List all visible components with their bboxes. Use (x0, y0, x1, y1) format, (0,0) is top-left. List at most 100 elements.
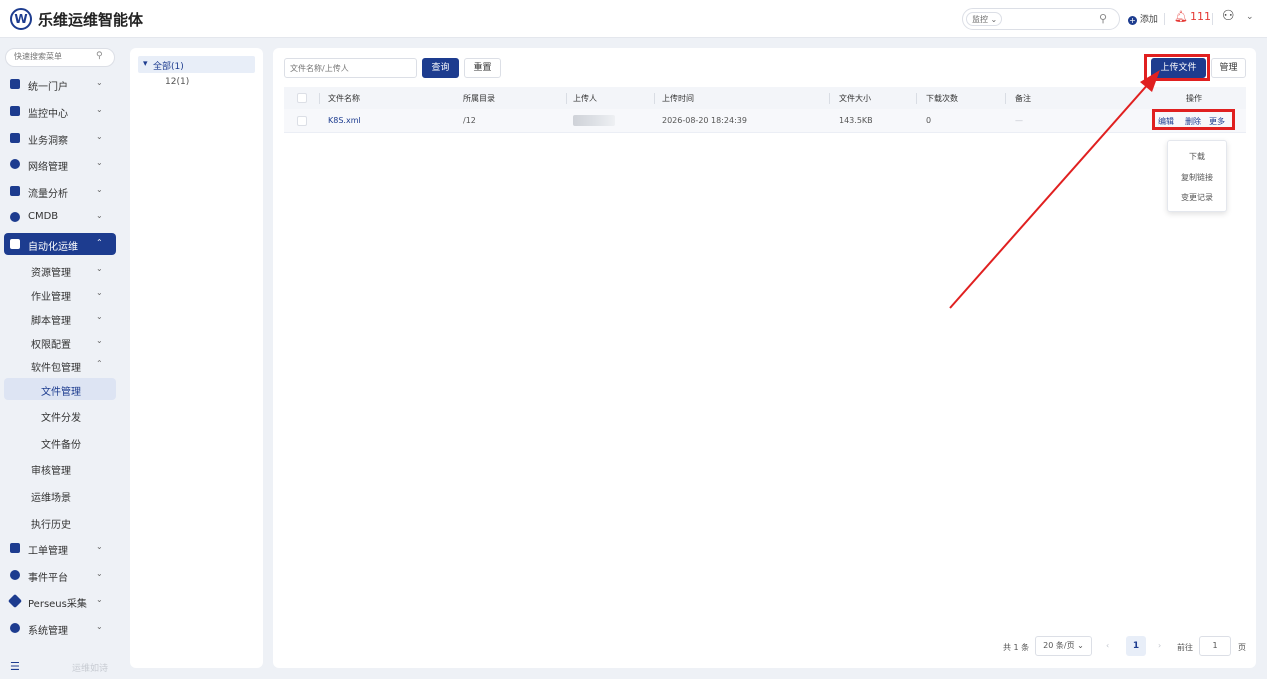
file-name-link[interactable]: K8S.xml (328, 116, 361, 125)
goto-page-input[interactable]: 1 (1199, 636, 1231, 656)
sidebar-item-traffic[interactable]: 流量分析 ⌄ (4, 180, 116, 202)
chevron-down-icon: ⌄ (96, 622, 103, 631)
sidebar-item-label: Perseus采集 (28, 599, 87, 610)
ticket-icon (10, 543, 20, 553)
sidebar-sub-label: 运维场景 (31, 493, 71, 504)
next-page-icon[interactable]: › (1158, 641, 1161, 650)
sidebar-sub-scenes[interactable]: 运维场景 (4, 484, 116, 506)
sidebar-sub-permissions[interactable]: 权限配置 ⌄ (4, 331, 116, 353)
sidebar-item-insight[interactable]: 业务洞察 ⌄ (4, 127, 116, 149)
sidebar-sub-audit[interactable]: 审核管理 (4, 457, 116, 479)
sidebar-footer-text: 运维如诗 (72, 664, 109, 674)
filename-filter-input[interactable] (284, 58, 417, 78)
sidebar-sub-file-distribute[interactable]: 文件分发 (4, 404, 116, 426)
column-header: 上传人 (573, 94, 597, 103)
menu-item-copy-link[interactable]: 复制链接 (1168, 172, 1226, 183)
chart-icon (10, 186, 20, 196)
table-row[interactable]: K8S.xml /12 2026-08-20 18:24:39 143.5KB … (284, 109, 1246, 133)
chevron-down-icon: ⌄ (96, 542, 103, 551)
sidebar-item-events[interactable]: 事件平台 ⌄ (4, 564, 116, 586)
menu-item-download[interactable]: 下载 (1168, 151, 1226, 162)
file-size: 143.5KB (839, 116, 873, 125)
header-divider (1164, 13, 1165, 25)
alert-button[interactable]: 🔔︎ 111 (1174, 10, 1211, 23)
column-header: 下载次数 (926, 94, 958, 103)
user-icon[interactable]: ⚇ (1222, 8, 1235, 24)
manage-button[interactable]: 管理 (1211, 58, 1246, 78)
highlight-upload-box (1144, 54, 1210, 81)
sidebar-item-label: 网络管理 (28, 162, 68, 173)
chevron-down-icon[interactable]: ⌄ (1246, 12, 1254, 22)
prev-page-icon[interactable]: ‹ (1106, 641, 1109, 650)
sidebar-item-tickets[interactable]: 工单管理 ⌄ (4, 537, 116, 559)
alert-count: 111 (1189, 10, 1211, 23)
sidebar-sub-label: 作业管理 (31, 292, 71, 303)
download-count: 0 (926, 116, 932, 125)
upload-time: 2026-08-20 18:24:39 (662, 116, 747, 125)
sidebar-sub-packages[interactable]: 软件包管理 ⌃ (4, 354, 116, 376)
sidebar-sub-label: 文件分发 (41, 413, 81, 424)
search-scope-select[interactable]: 监控 ⌄ (966, 12, 1003, 26)
sidebar-sub-label: 软件包管理 (31, 363, 81, 374)
add-button[interactable]: + 添加 (1128, 12, 1158, 25)
sidebar-sub-label: 权限配置 (31, 340, 71, 351)
sidebar-item-cmdb[interactable]: CMDB ⌄ (4, 206, 116, 228)
sidebar-item-network[interactable]: 网络管理 ⌄ (4, 153, 116, 175)
global-search[interactable]: 监控 ⌄ ⚲ (962, 8, 1120, 30)
table-header: 文件名称 所属目录 上传人 上传时间 文件大小 下载次数 备注 操作 (284, 87, 1246, 109)
sidebar-item-label: 事件平台 (28, 573, 68, 584)
sidebar-item-monitor[interactable]: 监控中心 ⌄ (4, 100, 116, 122)
sidebar: ⚲ 统一门户 ⌄ 监控中心 ⌄ 业务洞察 ⌄ 网络管理 ⌄ 流量分析 ⌄ CMD… (0, 38, 122, 679)
column-header: 上传时间 (662, 94, 694, 103)
collapse-menu-icon[interactable]: ☰ (10, 660, 20, 673)
column-divider (916, 93, 917, 104)
pagination-total: 共 1 条 (1003, 643, 1030, 652)
header-divider (1212, 13, 1213, 25)
page-number-current[interactable]: 1 (1126, 636, 1146, 656)
chevron-down-icon: ⌄ (96, 569, 103, 578)
chevron-down-icon: ⌄ (96, 132, 103, 141)
tree-node-root[interactable]: ▾ 全部(1) (138, 56, 255, 73)
sidebar-item-label: CMDB (28, 211, 59, 222)
sidebar-sub-history[interactable]: 执行历史 (4, 511, 116, 533)
menu-search-input[interactable] (14, 52, 94, 61)
menu-search[interactable]: ⚲ (5, 48, 115, 67)
bell-icon: 🔔︎ (1174, 10, 1188, 23)
sidebar-sub-label: 执行历史 (31, 520, 71, 531)
page-size-select[interactable]: 20 条/页 ⌄ (1035, 636, 1092, 656)
sidebar-item-label: 业务洞察 (28, 136, 68, 147)
sidebar-item-automation[interactable]: 自动化运维 ⌃ (4, 233, 116, 255)
sidebar-item-system[interactable]: 系统管理 ⌄ (4, 617, 116, 639)
monitor-icon (10, 106, 20, 116)
sidebar-sub-file-backup[interactable]: 文件备份 (4, 431, 116, 453)
file-directory: /12 (463, 116, 476, 125)
sidebar-sub-file-manage[interactable]: 文件管理 (4, 378, 116, 400)
highlight-actions-box (1152, 109, 1235, 130)
add-label: 添加 (1139, 15, 1158, 25)
sidebar-item-label: 工单管理 (28, 546, 68, 557)
tree-node-12[interactable]: 12(1) (165, 77, 189, 87)
directory-tree: ▾ 全部(1) 12(1) (130, 48, 263, 668)
sidebar-sub-resource[interactable]: 资源管理 ⌄ (4, 259, 116, 281)
reset-button[interactable]: 重置 (464, 58, 501, 78)
column-divider (1005, 93, 1006, 104)
sidebar-item-perseus[interactable]: Perseus采集 ⌄ (4, 590, 116, 612)
sidebar-sub-jobs[interactable]: 作业管理 ⌄ (4, 283, 116, 305)
sidebar-sub-label: 文件备份 (41, 440, 81, 451)
database-icon (10, 212, 20, 222)
sidebar-item-label: 统一门户 (28, 82, 68, 93)
menu-item-change-log[interactable]: 变更记录 (1168, 192, 1226, 203)
column-header: 操作 (1186, 94, 1202, 103)
sidebar-sub-scripts[interactable]: 脚本管理 ⌄ (4, 307, 116, 329)
query-button[interactable]: 查询 (422, 58, 459, 78)
search-scope-label: 监控 (972, 15, 988, 24)
remark: — (1015, 116, 1023, 125)
row-checkbox[interactable] (297, 116, 307, 126)
search-icon[interactable]: ⚲ (1099, 12, 1107, 25)
chevron-down-icon: ⌄ (96, 158, 103, 167)
chevron-down-icon: ⌄ (96, 595, 103, 604)
sidebar-item-portal[interactable]: 统一门户 ⌄ (4, 73, 116, 95)
home-icon (10, 79, 20, 89)
select-all-checkbox[interactable] (297, 93, 307, 103)
column-header: 文件大小 (839, 94, 871, 103)
